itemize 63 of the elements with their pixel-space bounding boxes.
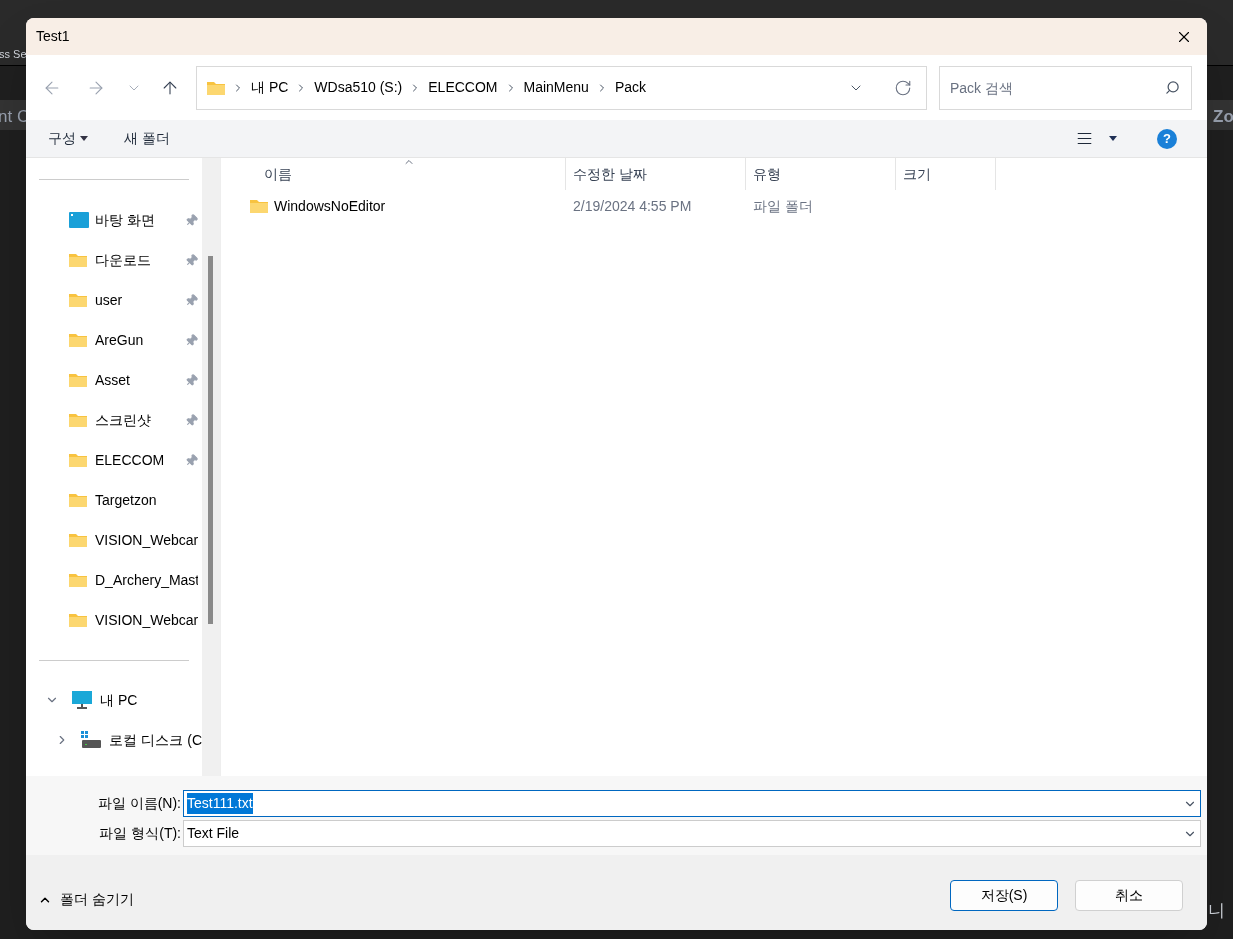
file-type-dropdown[interactable]: Text File — [183, 820, 1201, 847]
drive-icon — [81, 731, 102, 749]
path-segment[interactable]: 내 PC — [251, 77, 289, 98]
column-header[interactable]: 수정한 날짜 — [566, 158, 746, 190]
sidebar-item[interactable]: VISION_Webcar — [95, 529, 198, 551]
folder-icon — [69, 293, 87, 307]
folder-icon — [69, 333, 87, 347]
folder-icon — [69, 413, 87, 427]
path-segment[interactable]: ELECCOM — [428, 77, 498, 98]
tree-item[interactable]: 로컬 디스크 (C — [109, 729, 202, 751]
caret-icon — [80, 136, 88, 141]
editor-text: 니 — [1208, 900, 1225, 922]
dialog-button[interactable]: 취소 — [1075, 880, 1183, 911]
column-header[interactable]: 크기 — [896, 158, 996, 190]
sidebar-item[interactable]: Targetzon — [95, 489, 198, 511]
search-icon — [1165, 79, 1180, 95]
sidebar-item[interactable]: user — [95, 289, 183, 311]
path-segment[interactable]: WDsa510 (S:) — [314, 77, 403, 98]
sidebar-item[interactable]: 바탕 화면 — [95, 209, 183, 231]
column-header[interactable]: 이름 — [250, 158, 566, 190]
sidebar-item[interactable]: VISION_Webcar — [95, 609, 198, 631]
toolbar-label: ss Se — [0, 47, 27, 62]
selected-text: Test111.txt — [187, 793, 253, 814]
path-segment[interactable]: Pack — [614, 77, 646, 98]
file-name: WindowsNoEditor — [274, 196, 386, 216]
new-folder-button[interactable]: 새 폴더 — [124, 128, 170, 149]
window-title: Test1 — [36, 27, 70, 46]
address-bar[interactable]: 내 PC WDsa510 (S:) ELECCOM MainMenu Pack — [196, 65, 927, 110]
file-type: 파일 폴더 — [753, 197, 813, 214]
folder-icon — [69, 493, 87, 507]
file-name-field[interactable]: Test111.txt — [183, 790, 1201, 817]
monitor-icon — [72, 691, 92, 709]
modified-date: 2/19/2024 4:55 PM — [573, 197, 692, 214]
folder-icon — [250, 199, 268, 213]
folder-icon — [69, 453, 87, 467]
hide-folders-button[interactable]: 폴더 숨기기 — [38, 889, 134, 910]
organize-menu[interactable]: 구성 — [48, 128, 88, 149]
sidebar-item[interactable]: ELECCOM — [95, 449, 183, 471]
help-icon[interactable]: ? — [1157, 128, 1177, 149]
sidebar-item[interactable]: 스크린샷 — [95, 409, 183, 431]
view-icon[interactable] — [1076, 130, 1093, 147]
tree-item[interactable]: 내 PC — [100, 689, 138, 711]
refresh-icon[interactable] — [894, 78, 912, 97]
scrollbar-thumb[interactable] — [208, 256, 213, 624]
folder-icon — [69, 373, 87, 387]
folder-icon — [69, 573, 87, 587]
dialog-button[interactable]: 저장(S) — [950, 880, 1058, 911]
caret-icon[interactable] — [1109, 136, 1117, 141]
folder-icon — [69, 613, 87, 627]
column-header[interactable]: 유형 — [746, 158, 896, 190]
sidebar-item[interactable]: AreGun — [95, 329, 183, 351]
folder-icon — [69, 533, 87, 547]
folder-icon — [207, 80, 225, 95]
search-field[interactable]: Pack 검색 — [939, 65, 1192, 110]
desktop-icon — [69, 212, 89, 228]
folder-icon — [69, 253, 87, 267]
file-row[interactable]: WindowsNoEditor 2/19/2024 4:55 PM 파일 폴더 — [250, 196, 1207, 216]
path-segment[interactable]: MainMenu — [523, 77, 589, 98]
panel-label: Zo — [1207, 100, 1233, 130]
field-label: 파일 형식(T): — [98, 824, 182, 843]
sidebar-item[interactable]: Asset — [95, 369, 183, 391]
field-label: 파일 이름(N): — [96, 794, 182, 813]
sidebar-item[interactable]: 다운로드 — [95, 249, 183, 271]
